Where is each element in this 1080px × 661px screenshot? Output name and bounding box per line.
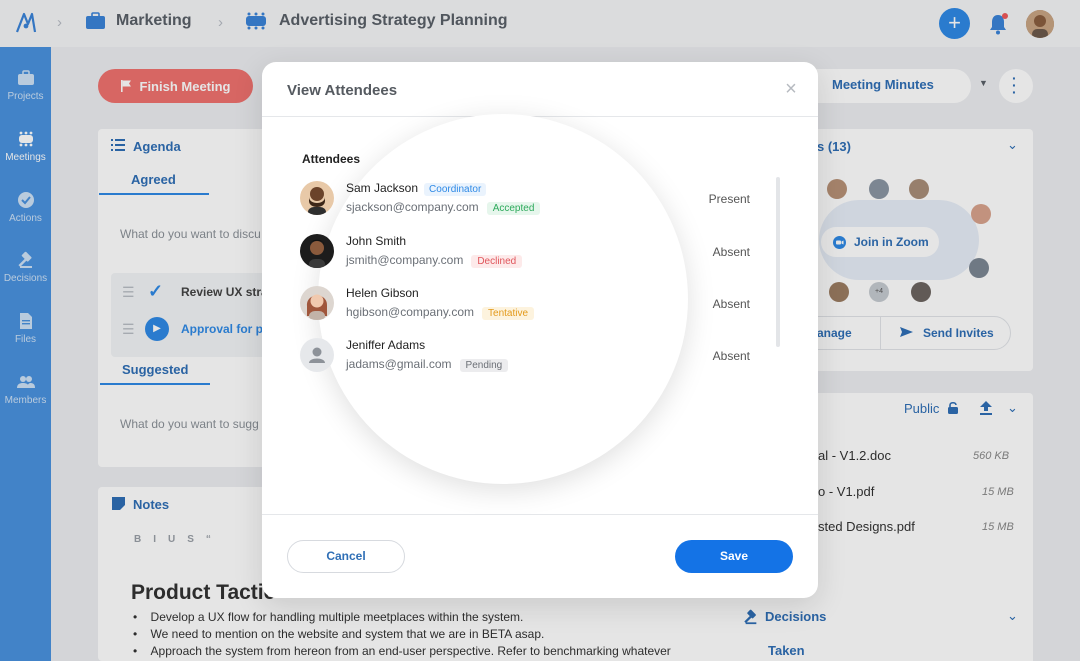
status-badge: Tentative	[482, 307, 535, 320]
attendee-email: sjackson@company.com Accepted	[346, 200, 541, 215]
save-button[interactable]: Save	[675, 540, 793, 573]
attendees-section-label: Attendees	[302, 152, 361, 166]
role-badge: Coordinator	[424, 183, 487, 196]
avatar	[300, 286, 334, 320]
attendee-name: Jeniffer Adams	[346, 338, 426, 352]
attendance-status[interactable]: Present	[709, 192, 750, 206]
avatar	[300, 181, 334, 215]
attendee-email: jadams@gmail.com Pending	[346, 357, 509, 372]
cancel-button[interactable]: Cancel	[287, 540, 405, 573]
status-badge: Accepted	[486, 202, 541, 215]
attendee-row[interactable]: Helen Gibson hgibson@company.com Tentativ…	[300, 284, 750, 324]
status-badge: Pending	[459, 359, 509, 372]
avatar-placeholder	[300, 338, 334, 372]
close-icon[interactable]: ×	[782, 79, 800, 99]
attendee-name: Helen Gibson	[346, 286, 419, 300]
attendee-row[interactable]: Jeniffer Adams jadams@gmail.com Pending A…	[300, 336, 750, 376]
attendee-name: Sam Jackson Coordinator	[346, 181, 487, 196]
attendee-row[interactable]: Sam Jackson Coordinator sjackson@company.…	[300, 179, 750, 219]
attendance-status[interactable]: Absent	[713, 245, 750, 259]
modal-title: View Attendees	[287, 82, 398, 99]
view-attendees-modal: View Attendees × Attendees Sam Jackson Co…	[262, 62, 818, 598]
attendee-row[interactable]: John Smith jsmith@company.com Declined Ab…	[300, 232, 750, 272]
attendance-status[interactable]: Absent	[713, 349, 750, 363]
status-badge: Declined	[471, 255, 523, 268]
attendee-email: hgibson@company.com Tentative	[346, 305, 535, 320]
attendee-name: John Smith	[346, 234, 407, 248]
attendance-status[interactable]: Absent	[713, 297, 750, 311]
divider	[262, 514, 818, 515]
avatar	[300, 234, 334, 268]
attendee-email: jsmith@company.com Declined	[346, 253, 523, 268]
person-icon	[309, 347, 325, 363]
scrollbar[interactable]	[776, 177, 780, 347]
